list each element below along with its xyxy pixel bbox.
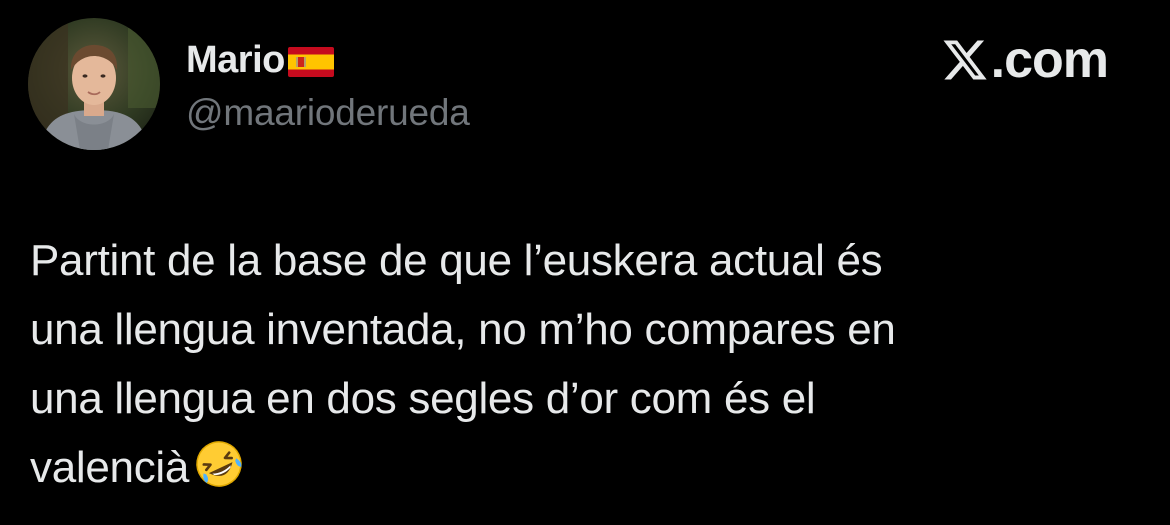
x-brand-watermark: .com (941, 30, 1109, 90)
spain-flag-icon (287, 47, 334, 77)
tweet-screenshot: Mario @maarioderueda .com Partint de la … (0, 0, 1170, 525)
rolling-on-floor-laughing-emoji (191, 436, 247, 492)
author-handle[interactable]: @maarioderueda (186, 92, 470, 134)
author-name-row[interactable]: Mario (186, 38, 334, 82)
tweet-line-4: valencià (30, 433, 1110, 502)
tweet-line-2: una llengua inventada, no m’ho compares … (30, 305, 896, 354)
display-name[interactable]: Mario (186, 39, 285, 82)
tweet-line-1: Partint de la base de que l’euskera actu… (30, 236, 883, 285)
tweet-line-4-text: valencià (30, 443, 190, 492)
brand-domain-label: .com (990, 31, 1109, 89)
tweet-text: Partint de la base de que l’euskera actu… (30, 226, 1110, 502)
x-logo-icon (943, 40, 987, 80)
tweet-line-3: una llengua en dos segles d’or com és el (30, 374, 816, 423)
avatar[interactable] (28, 18, 160, 150)
